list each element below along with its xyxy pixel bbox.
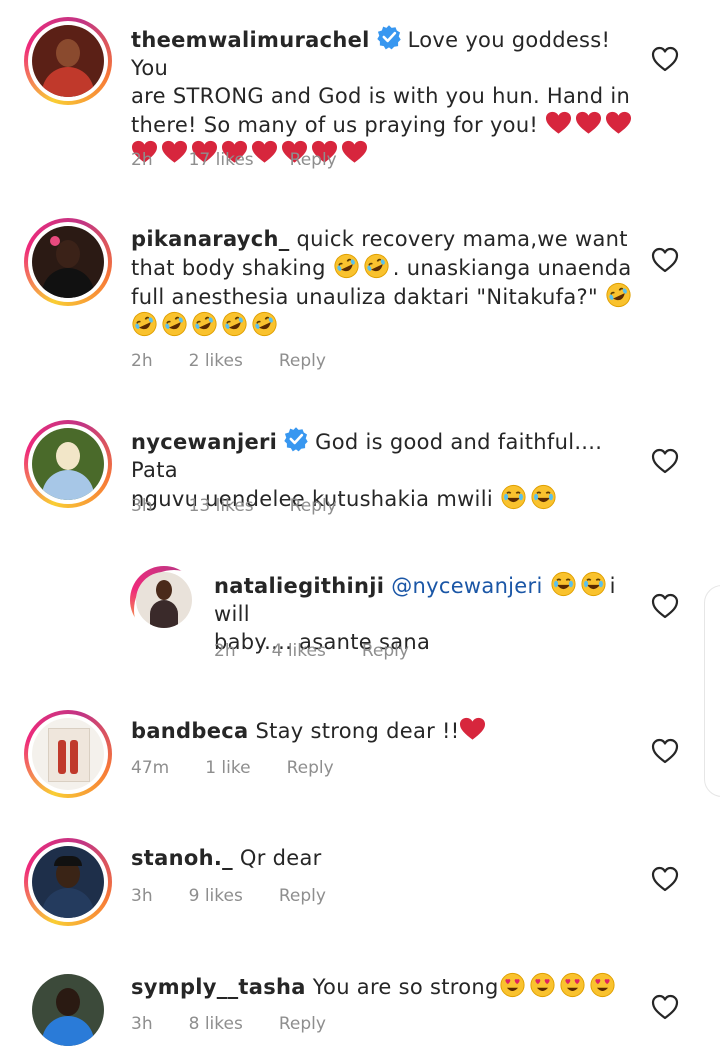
timestamp: 3h — [131, 886, 153, 906]
joy-emoji-icon — [500, 484, 527, 510]
timestamp: 2h — [214, 641, 236, 661]
rofl-emoji-icon — [221, 311, 248, 337]
likes-count[interactable]: 4 likes — [272, 641, 326, 661]
timestamp: 3h — [131, 1014, 153, 1034]
timestamp: 3h — [131, 496, 153, 516]
reply-button[interactable]: Reply — [287, 758, 334, 778]
comment-meta: 47m 1 like Reply — [131, 758, 370, 778]
verified-badge-icon — [376, 24, 402, 50]
avatar-image — [32, 718, 104, 790]
heart-emoji-icon — [605, 110, 632, 136]
mention-link[interactable]: @nycewanjeri — [391, 574, 542, 598]
rofl-emoji-icon — [161, 311, 188, 337]
rofl-emoji-icon — [363, 253, 390, 279]
likes-count[interactable]: 13 likes — [189, 496, 254, 516]
heart-eyes-emoji-icon — [499, 972, 526, 998]
like-heart-icon[interactable] — [651, 994, 679, 1020]
rofl-emoji-icon — [333, 253, 360, 279]
comment-meta: 2h 4 likes Reply — [214, 641, 445, 661]
comment-text: theemwalimurachel Love you goddess! You a… — [131, 24, 641, 168]
avatar[interactable] — [24, 710, 112, 798]
heart-emoji-icon — [459, 716, 486, 742]
like-heart-icon[interactable] — [651, 448, 679, 474]
avatar-image — [32, 846, 104, 918]
comment-text: pikanaraych_ quick recovery mama,we want… — [131, 225, 641, 340]
reply-button[interactable]: Reply — [279, 1014, 326, 1034]
rofl-emoji-icon — [251, 311, 278, 337]
comment-meta: 3h 9 likes Reply — [131, 886, 362, 906]
heart-eyes-emoji-icon — [589, 972, 616, 998]
like-heart-icon[interactable] — [651, 247, 679, 273]
username[interactable]: stanoh._ — [131, 846, 233, 870]
timestamp: 47m — [131, 758, 170, 778]
avatar-image — [32, 428, 104, 500]
rofl-emoji-icon — [605, 282, 632, 308]
username[interactable]: nataliegithinji — [214, 574, 384, 598]
reply-button[interactable]: Reply — [279, 886, 326, 906]
comment-meta: 2h 2 likes Reply — [131, 351, 362, 371]
joy-emoji-icon — [550, 571, 577, 597]
heart-eyes-emoji-icon — [559, 972, 586, 998]
avatar-image — [32, 25, 104, 97]
like-heart-icon[interactable] — [651, 866, 679, 892]
comment-meta: 3h 13 likes Reply — [131, 496, 373, 516]
timestamp: 2h — [131, 150, 153, 170]
heart-emoji-icon — [575, 110, 602, 136]
like-heart-icon[interactable] — [651, 593, 679, 619]
username[interactable]: bandbeca — [131, 719, 248, 743]
like-heart-icon[interactable] — [651, 46, 679, 72]
comment-meta: 2h 17 likes Reply — [131, 150, 373, 170]
likes-count[interactable]: 8 likes — [189, 1014, 243, 1034]
username[interactable]: theemwalimurachel — [131, 28, 370, 52]
joy-emoji-icon — [580, 571, 607, 597]
avatar[interactable] — [24, 966, 112, 1054]
rofl-emoji-icon — [131, 311, 158, 337]
avatar-image — [32, 226, 104, 298]
likes-count[interactable]: 2 likes — [189, 351, 243, 371]
rofl-emoji-icon — [191, 311, 218, 337]
rofl-emoji-row — [131, 314, 281, 338]
comment-meta: 3h 8 likes Reply — [131, 1014, 362, 1034]
like-heart-icon[interactable] — [651, 738, 679, 764]
username[interactable]: pikanaraych_ — [131, 227, 290, 251]
likes-count[interactable]: 17 likes — [189, 150, 254, 170]
avatar[interactable] — [130, 566, 214, 650]
joy-emoji-icon — [530, 484, 557, 510]
avatar-image — [32, 974, 104, 1046]
avatar[interactable] — [24, 838, 112, 926]
heart-eyes-emoji-icon — [529, 972, 556, 998]
comment-text: stanoh._ Qr dear — [131, 846, 322, 870]
reply-button[interactable]: Reply — [279, 351, 326, 371]
avatar[interactable] — [24, 420, 112, 508]
comment-text: symply__tasha You are so strong — [131, 972, 641, 1001]
timestamp: 2h — [131, 351, 153, 371]
username[interactable]: nycewanjeri — [131, 430, 277, 454]
likes-count[interactable]: 1 like — [205, 758, 250, 778]
verified-badge-icon — [283, 426, 309, 452]
reply-button[interactable]: Reply — [290, 496, 337, 516]
heart-emoji-icon — [545, 110, 572, 136]
likes-count[interactable]: 9 likes — [189, 886, 243, 906]
comment-text: bandbeca Stay strong dear !! — [131, 716, 641, 745]
avatar-image — [136, 572, 192, 628]
username[interactable]: symply__tasha — [131, 975, 306, 999]
reply-button[interactable]: Reply — [362, 641, 409, 661]
reply-button[interactable]: Reply — [290, 150, 337, 170]
avatar[interactable] — [24, 218, 112, 306]
avatar[interactable] — [24, 17, 112, 105]
side-panel-edge[interactable] — [704, 585, 720, 797]
